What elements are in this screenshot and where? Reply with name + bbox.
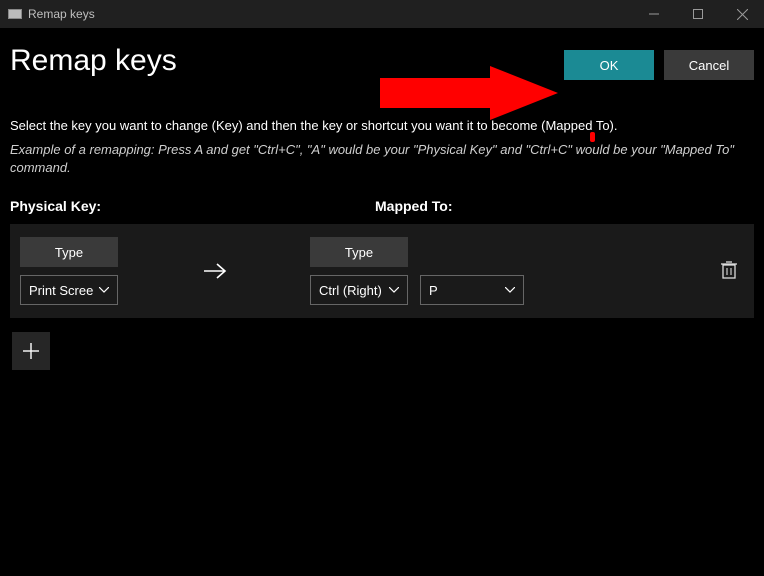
arrow-right-icon (202, 261, 228, 281)
maximize-button[interactable] (676, 0, 720, 28)
chevron-down-icon (99, 287, 109, 293)
mapped-key-dropdown[interactable]: P (420, 275, 524, 305)
chevron-down-icon (505, 287, 515, 293)
physical-key-value: Print Scree (29, 283, 93, 298)
instructions-text: Select the key you want to change (Key) … (10, 118, 754, 133)
title-bar: Remap keys (0, 0, 764, 28)
plus-icon (22, 342, 40, 360)
column-header-mapped: Mapped To: (375, 198, 754, 214)
close-button[interactable] (720, 0, 764, 28)
mapping-row: Type Print Scree Type Ctrl (Right) (10, 224, 754, 318)
cancel-button[interactable]: Cancel (664, 50, 754, 80)
mapped-modifier-value: Ctrl (Right) (319, 283, 382, 298)
app-icon (8, 9, 22, 19)
ok-button[interactable]: OK (564, 50, 654, 80)
mapped-type-button[interactable]: Type (310, 237, 408, 267)
mapped-modifier-dropdown[interactable]: Ctrl (Right) (310, 275, 408, 305)
minimize-button[interactable] (632, 0, 676, 28)
chevron-down-icon (389, 287, 399, 293)
mapped-key-value: P (429, 283, 438, 298)
physical-key-dropdown[interactable]: Print Scree (20, 275, 118, 305)
add-mapping-button[interactable] (12, 332, 50, 370)
trash-icon[interactable] (720, 260, 738, 280)
column-header-physical: Physical Key: (10, 198, 375, 214)
window-title: Remap keys (28, 7, 95, 21)
example-text: Example of a remapping: Press A and get … (10, 141, 754, 176)
page-title: Remap keys (10, 44, 177, 77)
physical-type-button[interactable]: Type (20, 237, 118, 267)
